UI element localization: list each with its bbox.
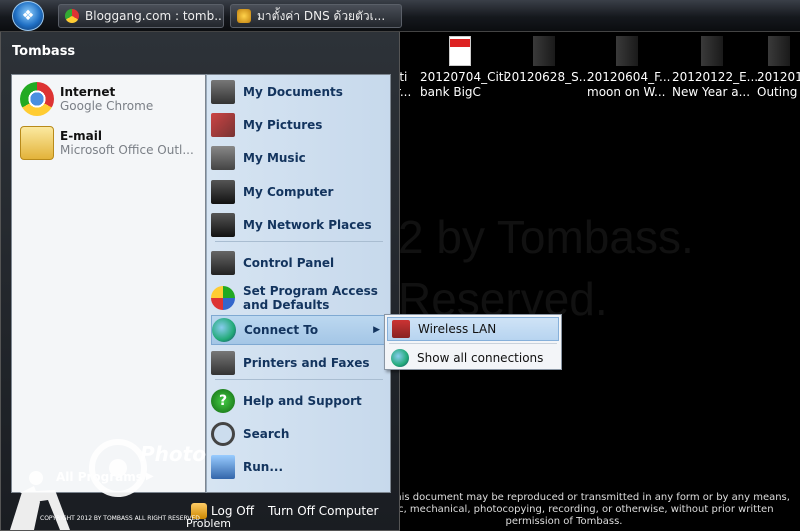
taskbar-button-dns[interactable]: มาตั้งค่า DNS ด้วยตัวเ... [230,4,402,28]
watermark-text: 2 by Tombass. [398,211,694,263]
desktop-file[interactable]: 20120122_E... New Year a... [672,36,759,100]
taskbar-button-bloggang[interactable]: Bloggang.com : tomb... [58,4,224,28]
turn-off-button[interactable]: Turn Off Computer [268,504,378,518]
menu-item-label: Control Panel [243,256,335,270]
folder-icon [701,36,723,66]
menu-item-my-network-places[interactable]: My Network Places [211,210,387,240]
menu-item-my-pictures[interactable]: My Pictures [211,110,387,140]
desktop-file-label: 20120704_Citi [420,70,507,84]
pictures-icon [211,113,235,137]
pinned-subtitle: Google Chrome [60,99,154,113]
submenu-arrow-icon: ▶ [373,325,380,335]
pinned-title: E-mail [60,129,103,143]
desktop-file[interactable]: 20120628_S... [504,36,591,85]
menu-item-control-panel[interactable]: Control Panel [211,248,387,278]
pinned-subtitle: Microsoft Office Outl... [60,143,194,157]
logo-word: Photo [140,442,206,466]
logo-caption: Problem [186,517,231,530]
menu-item-label: Search [243,427,290,441]
menu-item-label: Help and Support [243,394,362,408]
desktop-file-label: moon on W... [587,85,666,99]
taskbar-button-label: มาตั้งค่า DNS ด้วยตัวเ... [257,8,386,23]
menu-item-label: My Network Places [243,218,372,232]
submenu-item-wireless-lan[interactable]: Wireless LAN [387,317,559,341]
menu-separator [215,379,383,380]
wireless-icon [392,320,410,338]
folder-icon [767,36,790,66]
desktop-file-label: bank BigC [420,85,481,99]
menu-item-label: Printers and Faxes [243,356,370,370]
menu-item-label: My Music [243,151,306,165]
menu-separator [389,343,557,344]
taskbar-button-label: Bloggang.com : tomb... [85,9,224,23]
connections-icon [391,349,409,367]
submenu-item-show-all-connections[interactable]: Show all connections [387,346,559,370]
desktop-file-label: 20120628_S... [504,70,591,84]
submenu-item-label: Wireless LAN [418,322,497,336]
desktop-file-label: 2012012... [757,70,800,84]
network-places-icon [211,213,235,237]
desktop-file-label: 20120122_E... [672,70,759,84]
folder-icon [533,36,555,66]
outlook-icon [20,126,54,160]
connect-to-icon [212,318,236,342]
documents-icon [211,80,235,104]
network-icon [237,9,251,23]
help-icon: ? [211,389,235,413]
menu-item-label: My Computer [243,185,334,199]
taskbar: ❖ Bloggang.com : tomb... มาตั้งค่า DNS ด… [0,0,800,32]
menu-item-help-support[interactable]: ? Help and Support [211,386,387,416]
menu-separator [215,241,383,242]
connect-to-submenu: Wireless LAN Show all connections [384,314,562,370]
menu-item-my-music[interactable]: My Music [211,143,387,173]
chrome-icon [20,82,54,116]
menu-item-label: Set Program Access and Defaults [243,284,378,312]
control-panel-icon [211,251,235,275]
music-icon [211,146,235,170]
desktop-file-label: Outing [757,85,798,99]
menu-item-my-computer[interactable]: My Computer [211,177,387,207]
desktop-file[interactable]: 2012012... Outing [757,36,800,100]
computer-icon [211,180,235,204]
desktop-file-label: 20120604_F... [587,70,671,84]
pinned-title: Internet [60,85,116,99]
turn-off-label: Turn Off Computer [267,504,379,518]
program-defaults-icon [211,286,235,310]
menu-item-program-defaults[interactable]: Set Program Access and Defaults [211,281,387,315]
menu-item-label: Run... [243,460,284,474]
menu-item-label: My Documents [243,85,343,99]
menu-item-printers-faxes[interactable]: Printers and Faxes [211,348,387,378]
start-button[interactable]: ❖ [12,1,44,31]
menu-item-my-documents[interactable]: My Documents [211,77,387,107]
menu-item-label: Connect To [244,323,319,337]
desktop-file[interactable]: 20120604_F... moon on W... [587,36,671,100]
windows-orb-icon: ❖ [21,8,35,24]
user-name: Tombass [12,44,76,59]
menu-item-label: My Pictures [243,118,323,132]
printer-icon [211,351,235,375]
folder-icon [616,36,638,66]
logo-copyright: COPYRIGHT 2012 BY TOMBASS ALL RIGHT RESE… [40,515,200,522]
desktop-file-label: New Year a... [672,85,751,99]
pdf-file-icon [449,36,471,66]
chrome-icon [65,9,79,23]
submenu-item-label: Show all connections [417,351,544,365]
pinned-email[interactable]: E-mail Microsoft Office Outl... [20,121,202,165]
desktop-file[interactable]: 20120704_Citi bank BigC [420,36,507,100]
pinned-internet[interactable]: Internet Google Chrome [20,77,202,121]
menu-item-connect-to[interactable]: Connect To ▶ [211,315,387,345]
